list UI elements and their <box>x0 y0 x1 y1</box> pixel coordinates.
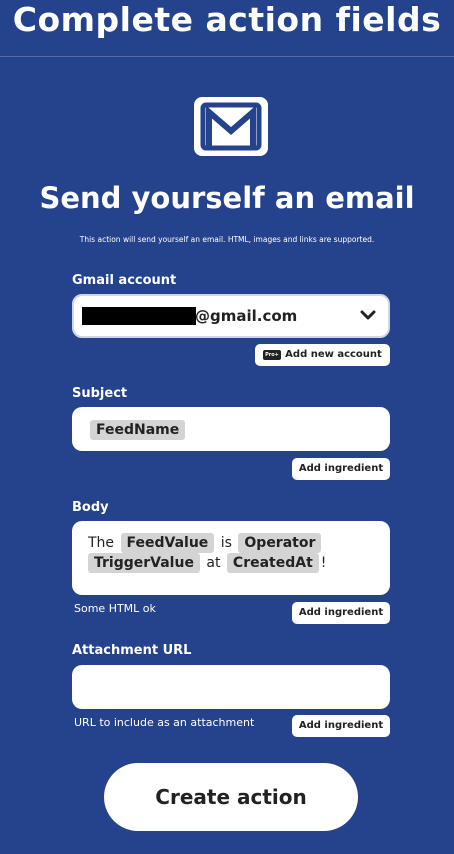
attachment-url-field[interactable] <box>72 665 390 709</box>
ingredient-token: FeedValue <box>120 533 215 553</box>
body-field[interactable]: The FeedValue is Operator TriggerValue a… <box>72 521 390 595</box>
subject-field[interactable]: FeedName <box>72 407 390 451</box>
subject-label: Subject <box>72 386 128 401</box>
body-line-1: The FeedValue is Operator <box>88 533 390 553</box>
add-new-account-label: Add new account <box>285 349 382 360</box>
action-description: This action will send yourself an email.… <box>79 235 375 244</box>
body-text: is <box>220 535 232 551</box>
action-title: Send yourself an email <box>39 181 415 215</box>
subject-add-ingredient-button[interactable]: Add ingredient <box>292 458 390 480</box>
body-add-ingredient-button[interactable]: Add ingredient <box>292 602 390 624</box>
pro-plus-badge: Pro+ <box>263 350 281 360</box>
add-new-account-button[interactable]: Pro+ Add new account <box>255 344 390 366</box>
ingredient-token: TriggerValue <box>88 553 200 573</box>
ingredient-token: FeedName <box>90 420 186 440</box>
attachment-add-ingredient-button[interactable]: Add ingredient <box>292 715 390 737</box>
body-text: The <box>88 535 115 551</box>
attachment-helper-text: URL to include as an attachment <box>74 716 255 729</box>
header-divider <box>0 56 454 57</box>
redacted-account-name <box>82 307 196 325</box>
account-email-domain: @gmail.com <box>195 307 298 325</box>
gmail-account-label: Gmail account <box>72 273 177 288</box>
gmail-account-select[interactable]: @gmail.com <box>72 294 390 338</box>
chevron-down-icon <box>360 310 376 320</box>
body-text: at <box>206 555 221 571</box>
body-label: Body <box>72 500 109 515</box>
attachment-url-label: Attachment URL <box>72 643 192 658</box>
gmail-logo <box>194 97 268 156</box>
body-text: ! <box>320 555 327 571</box>
ingredient-token: CreatedAt <box>226 553 319 573</box>
gmail-m-icon <box>200 102 262 151</box>
ingredient-token: Operator <box>238 533 322 553</box>
page-title: Complete action fields <box>12 0 442 39</box>
create-action-button[interactable]: Create action <box>104 763 358 831</box>
body-helper-text: Some HTML ok <box>74 602 156 615</box>
body-line-2: TriggerValue at CreatedAt! <box>88 553 390 573</box>
